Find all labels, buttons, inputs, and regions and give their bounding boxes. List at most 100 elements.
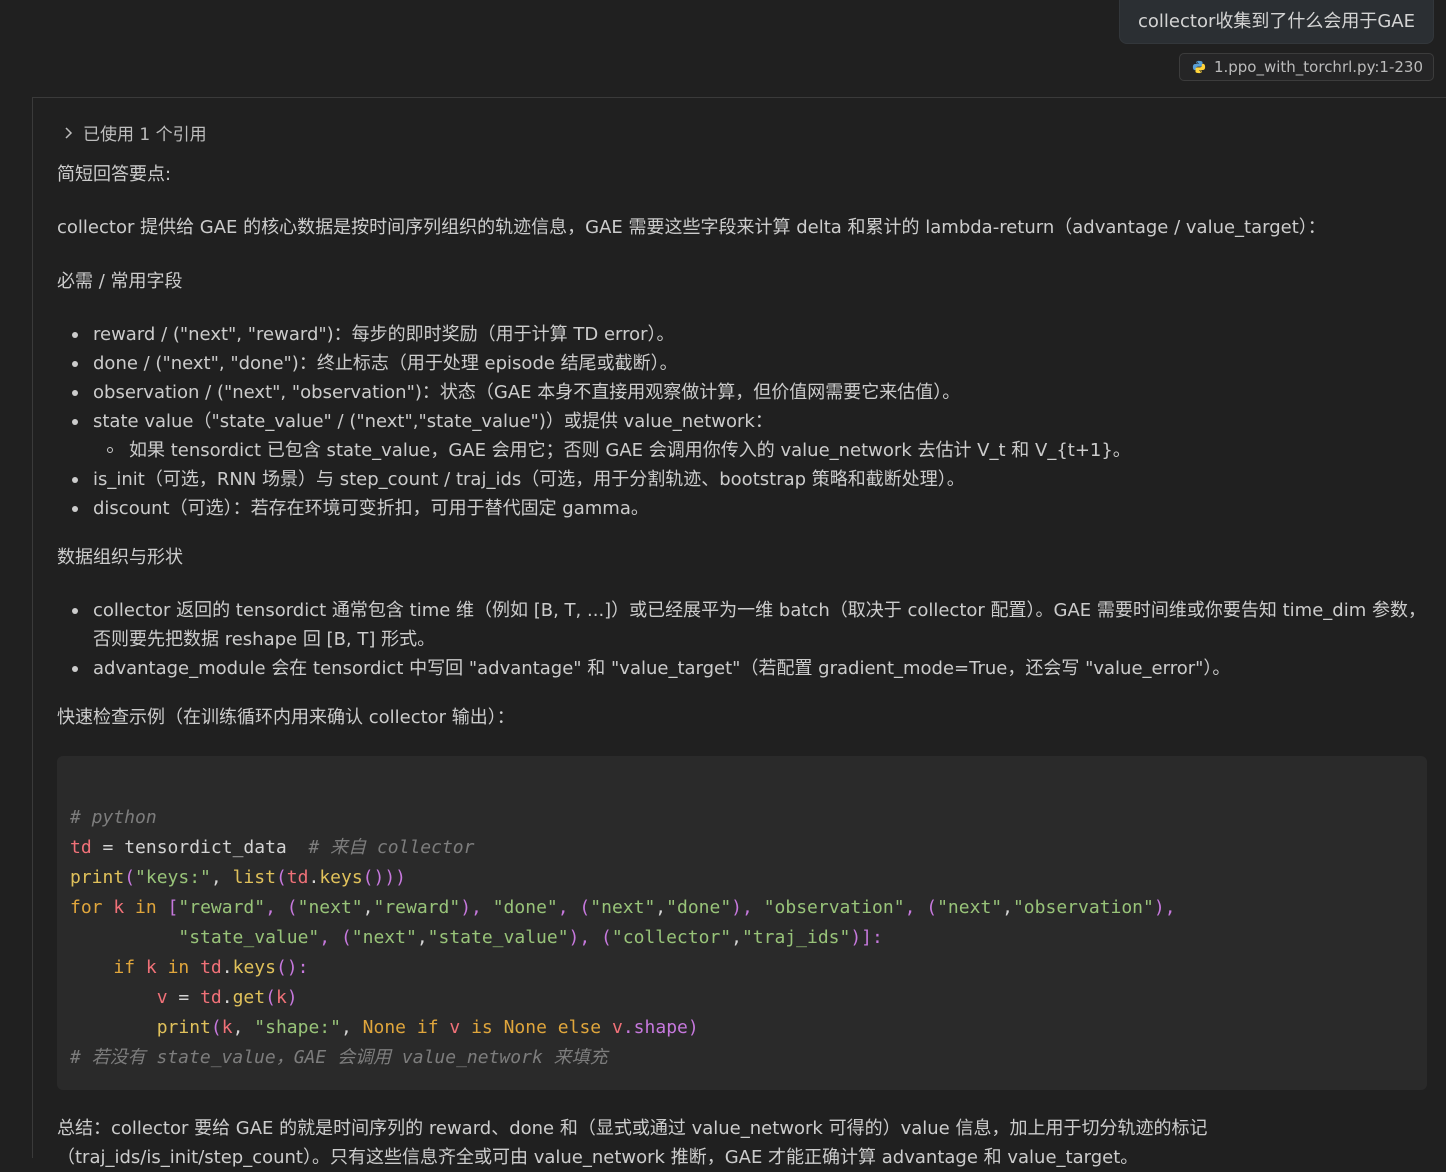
- code-token: , (: [319, 927, 352, 948]
- code-token: "reward": [178, 897, 266, 918]
- code-token: k: [221, 1017, 233, 1038]
- code-token: in: [167, 957, 190, 978]
- code-token: ())): [362, 867, 407, 888]
- references-toggle-label: 已使用 1 个引用: [83, 125, 207, 145]
- fields-list: reward / ("next", "reward")：每步的即时奖励（用于计算…: [57, 320, 1427, 523]
- code-token: keys: [232, 957, 276, 978]
- code-token: k: [102, 897, 136, 918]
- code-token: "next": [351, 927, 417, 948]
- code-token: keys: [319, 867, 363, 888]
- answer-paragraph: collector 提供给 GAE 的核心数据是按时间序列组织的轨迹信息，GAE…: [57, 217, 1326, 238]
- code-token: ),: [1153, 897, 1176, 918]
- code-token: "observation": [763, 897, 905, 918]
- user-message-text: collector收集到了什么会用于GAE: [1138, 11, 1415, 32]
- code-token: ,: [210, 867, 233, 888]
- code-token: ), (: [568, 927, 612, 948]
- code-token: (: [124, 867, 136, 888]
- code-token: , (: [557, 897, 591, 918]
- code-token: k: [135, 957, 168, 978]
- answer-content: 简短回答要点: collector 提供给 GAE 的核心数据是按时间序列组织的…: [57, 160, 1427, 1172]
- code-token: "next": [297, 897, 363, 918]
- list-item: done / ("next", "done")：终止标志（用于处理 episod…: [57, 349, 1427, 378]
- code-token: )]:: [850, 927, 883, 948]
- list-item: state value（"state_value" / ("next","sta…: [57, 407, 1427, 436]
- code-block[interactable]: # python td = tensordict_data # 来自 collec…: [57, 756, 1427, 1090]
- code-token: ,: [655, 897, 667, 918]
- section-heading-fields: 必需 / 常用字段: [57, 271, 183, 292]
- list-item: is_init（可选，RNN 场景）与 step_count / traj_id…: [57, 465, 1427, 494]
- code-token: "reward": [373, 897, 461, 918]
- code-token: tensordict_data: [124, 837, 287, 858]
- list-item: reward / ("next", "reward")：每步的即时奖励（用于计算…: [57, 320, 1427, 349]
- code-token: ,: [1002, 897, 1013, 918]
- code-token: (: [265, 987, 276, 1008]
- code-token: .: [221, 987, 233, 1008]
- list-item: observation / ("next", "observation")：状态…: [57, 378, 1427, 407]
- code-token: , (: [265, 897, 298, 918]
- code-token: in: [135, 897, 157, 918]
- summary-paragraph: 总结：collector 要给 GAE 的就是时间序列的 reward、done…: [57, 1118, 1208, 1168]
- code-token: td: [286, 867, 309, 888]
- reference-chip[interactable]: 1.ppo_with_torchrl.py:1-230: [1178, 53, 1434, 81]
- code-token: else: [557, 1017, 602, 1038]
- code-token: v: [601, 1017, 623, 1038]
- code-token: v: [156, 987, 168, 1008]
- code-token: "traj_ids": [741, 927, 851, 948]
- code-token: ,: [340, 1017, 363, 1038]
- code-token: .shape): [622, 1017, 699, 1038]
- chevron-right-icon: [65, 126, 73, 139]
- code-token: td: [200, 987, 222, 1008]
- code-token: v: [438, 1017, 472, 1038]
- code-token: if: [113, 957, 136, 978]
- code-token: ,: [232, 1017, 255, 1038]
- code-token: [: [156, 897, 179, 918]
- reference-chip-label: 1.ppo_with_torchrl.py:1-230: [1213, 58, 1423, 76]
- code-token: print: [70, 867, 125, 888]
- code-token: "done": [492, 897, 558, 918]
- code-token: k: [275, 987, 287, 1008]
- code-token: None: [362, 1017, 407, 1038]
- code-token: None: [503, 1017, 547, 1038]
- code-comment: # 若没有 state_value，GAE 会调用 value_network …: [70, 1047, 608, 1068]
- code-token: print: [156, 1017, 211, 1038]
- assistant-answer-panel: 已使用 1 个引用 简短回答要点: collector 提供给 GAE 的核心数…: [32, 97, 1446, 1168]
- references-toggle[interactable]: 已使用 1 个引用: [63, 120, 207, 145]
- python-icon: [1192, 60, 1206, 74]
- code-comment: # python: [70, 807, 157, 828]
- code-token: ),: [731, 897, 764, 918]
- code-token: .: [308, 867, 320, 888]
- code-token: ,: [416, 927, 428, 948]
- code-token: "state_value": [178, 927, 320, 948]
- code-token: td: [189, 957, 222, 978]
- section-heading-example: 快速检查示例（在训练循环内用来确认 collector 输出）：: [57, 707, 515, 728]
- user-message-bubble: collector收集到了什么会用于GAE: [1119, 0, 1434, 44]
- code-token: , (: [904, 897, 938, 918]
- list-item: collector 返回的 tensordict 通常包含 time 维（例如 …: [57, 596, 1427, 654]
- code-token: ,: [731, 927, 742, 948]
- code-token: ():: [275, 957, 309, 978]
- sub-list-item: 如果 tensordict 已包含 state_value，GAE 会用它；否则…: [57, 436, 1427, 465]
- code-comment: # 来自 collector: [286, 837, 475, 858]
- code-token: "shape:": [254, 1017, 341, 1038]
- section-heading-shape: 数据组织与形状: [57, 547, 183, 568]
- code-token: list: [232, 867, 276, 888]
- code-token: "done": [666, 897, 732, 918]
- code-token: .: [221, 957, 233, 978]
- code-token: td: [70, 837, 92, 858]
- code-token: "keys:": [135, 867, 211, 888]
- code-token: =: [167, 987, 201, 1008]
- code-token: is: [471, 1017, 493, 1038]
- code-token: "observation": [1012, 897, 1154, 918]
- code-token: "next": [937, 897, 1003, 918]
- code-token: (: [275, 867, 287, 888]
- code-token: for: [70, 897, 103, 918]
- code-token: (: [210, 1017, 222, 1038]
- code-token: =: [91, 837, 125, 858]
- code-token: ): [286, 987, 298, 1008]
